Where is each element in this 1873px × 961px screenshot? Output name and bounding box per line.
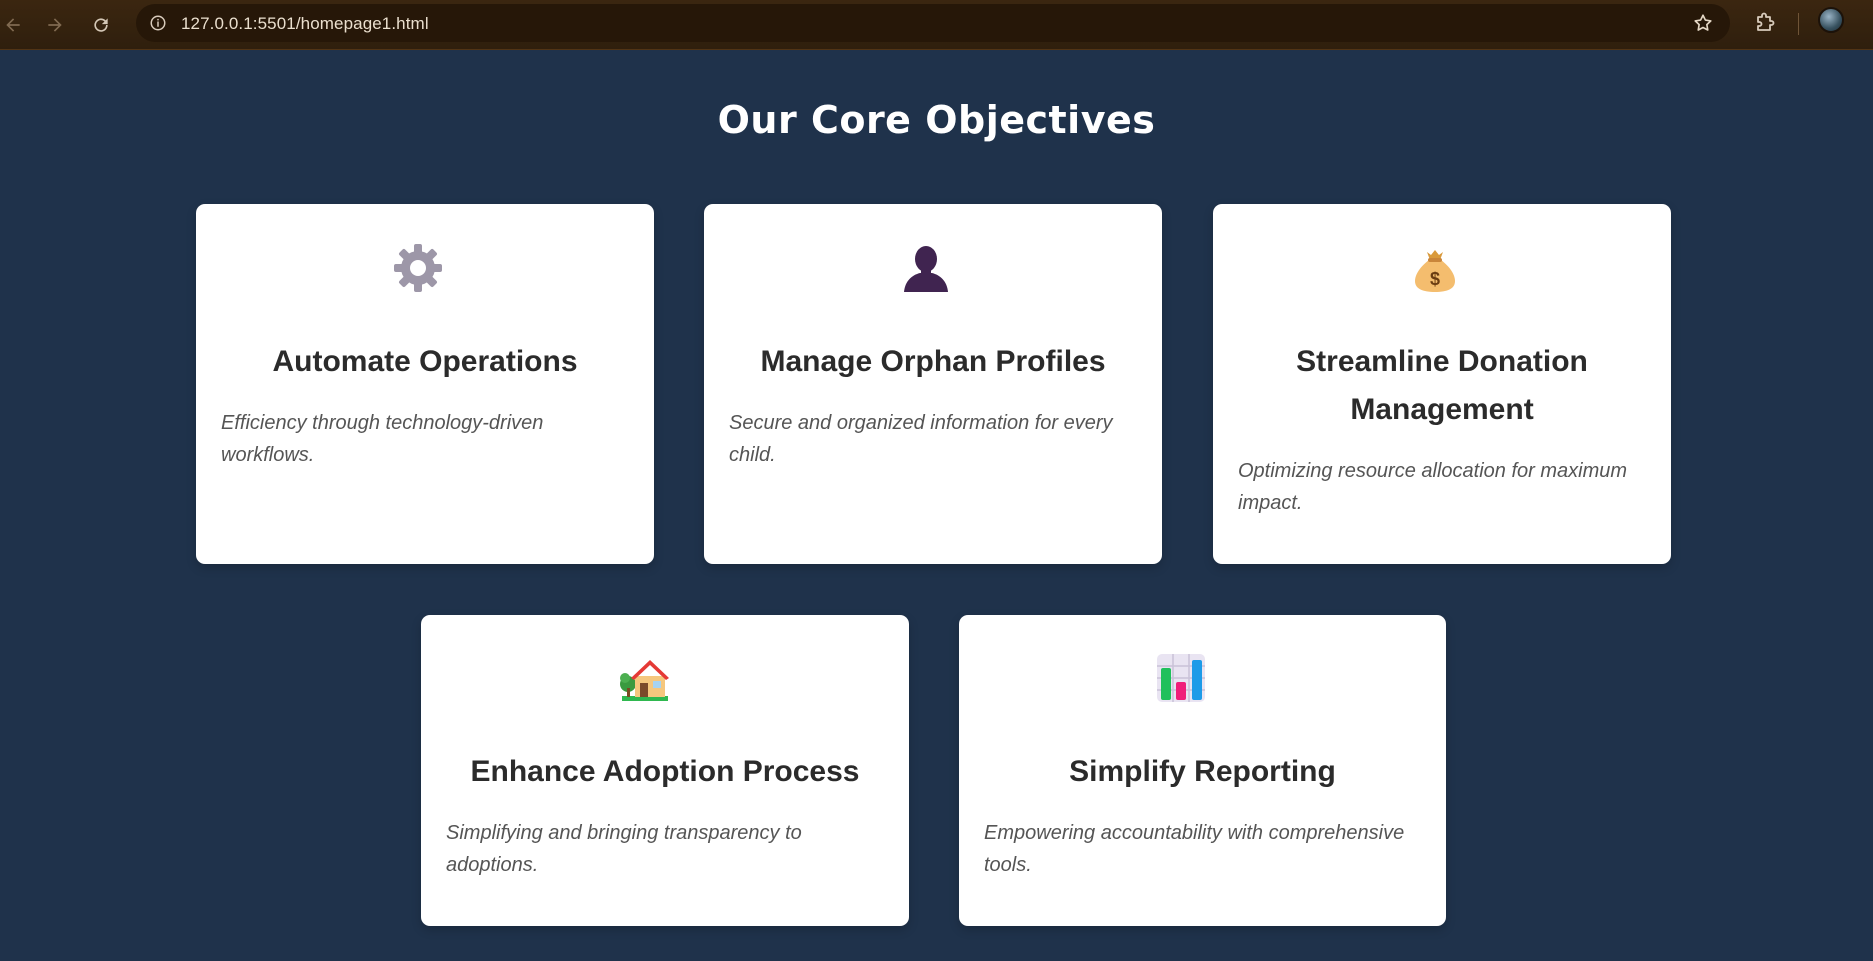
extensions-puzzle-icon[interactable] (1751, 9, 1779, 37)
reload-icon (94, 18, 108, 32)
toolbar-divider (1798, 13, 1799, 35)
profile-avatar[interactable] (1818, 7, 1844, 33)
card-title: Manage Orphan Profiles (760, 345, 1106, 378)
site-info-icon[interactable] (148, 13, 168, 33)
card-title: Streamline Donation Management (1296, 345, 1588, 426)
bookmark-star-icon[interactable] (1692, 12, 1714, 34)
house-with-garden-icon (618, 652, 670, 704)
objective-card-simplify-reporting: Simplify Reporting Empowering accountabi… (959, 615, 1446, 926)
card-description: Optimizing resource allocation for maxim… (1238, 460, 1628, 514)
reload-button[interactable] (84, 8, 118, 42)
browser-toolbar: 127.0.0.1:5501/homepage1.html (0, 0, 1873, 50)
card-description: Secure and organized information for eve… (729, 412, 1113, 466)
card-title: Simplify Reporting (1069, 755, 1336, 788)
address-bar[interactable]: 127.0.0.1:5501/homepage1.html (136, 4, 1730, 42)
arrow-right-icon (48, 18, 62, 32)
arrow-left-icon (6, 18, 20, 32)
money-bag-icon: $ (1409, 242, 1461, 294)
objective-card-automate-operations: Automate Operations Efficiency through t… (196, 204, 654, 564)
back-button[interactable] (0, 8, 30, 42)
person-silhouette-icon (900, 242, 952, 294)
objective-card-enhance-adoption-process: Enhance Adoption Process Simplifying and… (421, 615, 909, 926)
page-title: Our Core Objectives (717, 98, 1156, 142)
url-text[interactable]: 127.0.0.1:5501/homepage1.html (181, 14, 429, 34)
card-title: Automate Operations (272, 345, 578, 378)
bar-chart-icon (1155, 652, 1207, 704)
svg-text:$: $ (1430, 269, 1440, 289)
card-description: Efficiency through technology-driven wor… (221, 412, 544, 466)
card-description: Simplifying and bringing transparency to… (446, 822, 802, 876)
card-title: Enhance Adoption Process (470, 755, 860, 788)
gear-icon (392, 242, 444, 294)
objective-card-manage-orphan-profiles: Manage Orphan Profiles Secure and organi… (704, 204, 1162, 564)
objective-card-streamline-donation-management: $ Streamline Donation Management Optimiz… (1213, 204, 1671, 564)
forward-button[interactable] (38, 8, 72, 42)
card-description: Empowering accountability with comprehen… (984, 822, 1405, 876)
